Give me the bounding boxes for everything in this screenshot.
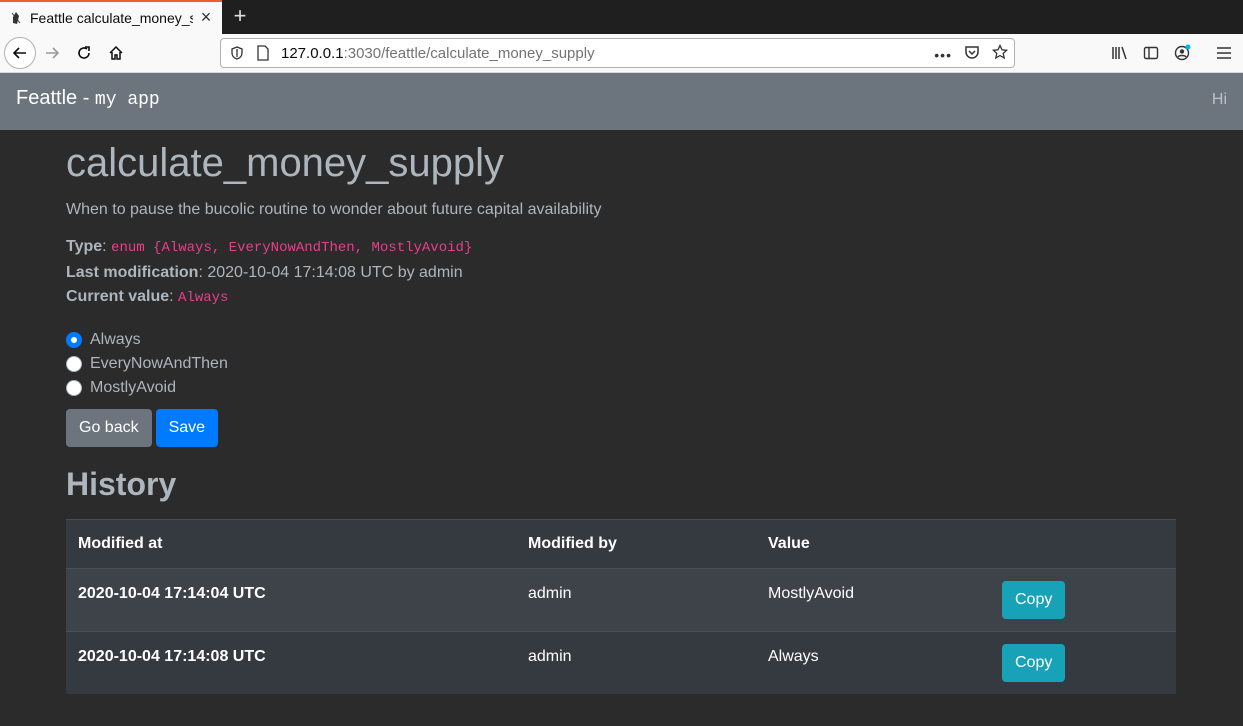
url-path: :3030/feattle/calculate_money_supply: [343, 44, 595, 62]
save-button[interactable]: Save: [155, 408, 219, 447]
cell-value: Always: [756, 630, 990, 694]
url-host: 127.0.0.1: [281, 44, 344, 62]
home-button[interactable]: [102, 39, 130, 67]
browser-tab[interactable]: Feattle calculate_money_supply ×: [0, 0, 222, 34]
cell-actions: Copy: [990, 630, 1176, 694]
page-actions-icon[interactable]: •••: [934, 47, 952, 63]
cell-modified-at: 2020-10-04 17:14:04 UTC: [66, 567, 516, 631]
new-tab-icon[interactable]: +: [229, 3, 251, 29]
cell-modified-by: admin: [516, 630, 756, 694]
column-header-actions: [990, 518, 1176, 568]
pocket-icon[interactable]: [964, 44, 980, 65]
back-arrow-icon: [12, 47, 26, 59]
type-row: Type: enum {Always, EveryNowAndThen, Mos…: [66, 238, 473, 256]
cell-actions: Copy: [990, 567, 1176, 631]
cell-modified-by: admin: [516, 567, 756, 631]
hamburger-menu-icon[interactable]: [1212, 40, 1236, 66]
sidebar-icon[interactable]: [1139, 40, 1163, 66]
option-always[interactable]: Always: [66, 328, 1176, 352]
tracking-shield-icon[interactable]: [229, 45, 245, 61]
reload-button[interactable]: [70, 39, 98, 67]
close-tab-icon[interactable]: ×: [198, 8, 214, 26]
feattle-favicon-icon: [9, 11, 23, 25]
bookmark-star-icon[interactable]: [991, 43, 1009, 65]
go-back-button[interactable]: Go back: [66, 408, 152, 447]
radio-every-now-and-then[interactable]: [66, 355, 82, 372]
feature-meta: Type: enum {Always, EveryNowAndThen, Mos…: [66, 235, 1176, 311]
forward-button[interactable]: [38, 39, 66, 67]
type-label: Type: [66, 238, 103, 255]
column-header-modified-by: Modified by: [516, 518, 756, 568]
history-heading: History: [66, 465, 177, 502]
forward-arrow-icon: [46, 47, 60, 59]
form-actions: Go back Save: [66, 408, 1176, 447]
feature-description: When to pause the bucolic routine to won…: [66, 201, 602, 218]
tab-title: Feattle calculate_money_supply: [30, 10, 193, 26]
history-table: Modified at Modified by Value 2020-10-04…: [66, 518, 1176, 694]
radio-mostly-avoid[interactable]: [66, 379, 82, 396]
app-navbar: Feattle - my app Hi: [0, 73, 1243, 130]
table-header-row: Modified at Modified by Value: [66, 518, 1176, 568]
copy-button[interactable]: Copy: [1002, 643, 1066, 682]
library-icon[interactable]: [1108, 40, 1132, 66]
radio-always[interactable]: [66, 331, 82, 348]
brand-app-label: my app: [94, 90, 160, 110]
url-text[interactable]: 127.0.0.1:3030/feattle/calculate_money_s…: [281, 45, 595, 62]
copy-button[interactable]: Copy: [1002, 580, 1066, 619]
page-info-icon[interactable]: [255, 45, 271, 61]
current-value-label: Current value: [66, 288, 170, 305]
value-options: Always EveryNowAndThen MostlyAvoid: [66, 328, 1176, 400]
home-icon: [109, 45, 123, 60]
option-label: Always: [90, 330, 141, 348]
user-greeting: Hi: [1211, 91, 1227, 108]
browser-toolbar: 127.0.0.1:3030/feattle/calculate_money_s…: [0, 34, 1243, 73]
column-header-modified-at: Modified at: [66, 518, 516, 568]
type-value: enum {Always, EveryNowAndThen, MostlyAvo…: [111, 240, 473, 256]
cell-modified-at: 2020-10-04 17:14:08 UTC: [66, 630, 516, 694]
brand-name: Feattle -: [16, 87, 95, 109]
option-label: MostlyAvoid: [90, 378, 176, 396]
app-brand[interactable]: Feattle - my app: [16, 87, 160, 110]
browser-tab-bar: Feattle calculate_money_supply × +: [0, 0, 1243, 34]
option-every-now-and-then[interactable]: EveryNowAndThen: [66, 352, 1176, 376]
table-row: 2020-10-04 17:14:04 UTC admin MostlyAvoi…: [66, 567, 1176, 631]
address-bar[interactable]: 127.0.0.1:3030/feattle/calculate_money_s…: [220, 38, 1015, 68]
last-modification-row: Last modification: 2020-10-04 17:14:08 U…: [66, 261, 1176, 286]
option-label: EveryNowAndThen: [90, 354, 228, 372]
main-content: calculate_money_supply When to pause the…: [66, 131, 1176, 694]
current-value-row: Current value: Always: [66, 288, 229, 306]
option-mostly-avoid[interactable]: MostlyAvoid: [66, 376, 1176, 400]
back-button[interactable]: [4, 37, 36, 69]
column-header-value: Value: [756, 518, 990, 568]
account-icon[interactable]: [1171, 40, 1195, 66]
cell-value: MostlyAvoid: [756, 567, 990, 631]
last-modification-label: Last modification: [66, 263, 199, 281]
reload-icon: [78, 46, 90, 59]
table-row: 2020-10-04 17:14:08 UTC admin Always Cop…: [66, 630, 1176, 694]
last-modification-value: : 2020-10-04 17:14:08 UTC by admin: [198, 263, 463, 281]
current-value: Always: [178, 290, 229, 306]
page-title: calculate_money_supply: [66, 141, 505, 185]
